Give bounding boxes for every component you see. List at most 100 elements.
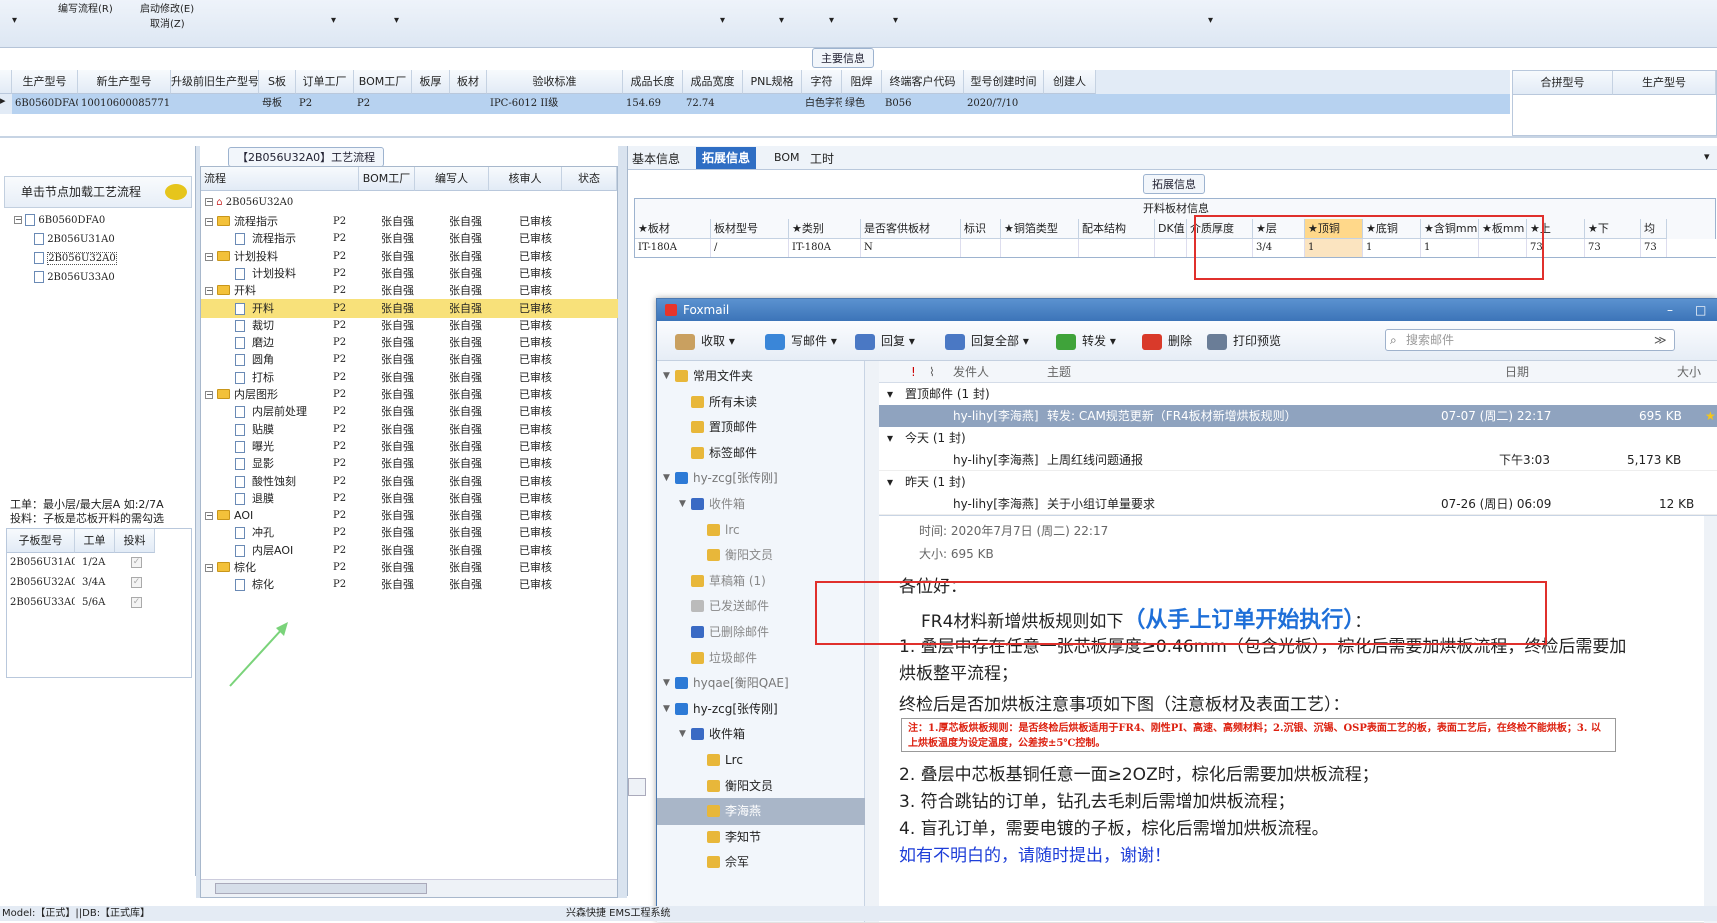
process-step-row[interactable]: 内层AOI P2 张自强 张自强 已审核 [201,541,619,560]
mail-row-selected[interactable]: hy-lihy[李海燕] 转发: CAM规范更新（FR4板材新增烘板规则） 07… [879,405,1717,427]
group-header[interactable]: ▾ 今天 (1 封) [879,427,1717,449]
cell[interactable]: 2B056U33A0 [7,593,75,613]
process-step-row[interactable]: 计划投料 P2 张自强 张自强 已审核 [201,264,619,283]
collapse-icon[interactable]: − [205,287,213,296]
expand-icon[interactable]: ▼ [663,670,670,697]
cell[interactable]: 3/4A [79,573,115,593]
folder-item[interactable]: 李知节 [657,824,865,851]
collapse-icon[interactable]: − [205,391,213,399]
tab-hours[interactable]: 工时 [810,150,834,167]
process-step-row[interactable]: 退膜 P2 张自强 张自强 已审核 [201,489,619,508]
folder-item[interactable]: 衡阳文员 [657,542,865,569]
dropdown-arrow-icon[interactable]: ▾ [394,15,399,26]
process-step-row[interactable]: 流程指示 P2 张自强 张自强 已审核 [201,229,619,248]
process-step-row[interactable]: − 开料 P2 张自强 张自强 已审核 [201,281,619,300]
process-step-row[interactable]: 裁切 P2 张自强 张自强 已审核 [201,316,619,335]
process-step-row[interactable]: 开料 P2 张自强 张自强 已审核 [201,298,619,318]
expand-icon[interactable]: ▼ [663,465,670,492]
dropdown-arrow-icon[interactable]: ▾ [893,15,898,26]
checkbox[interactable]: ✓ [131,597,142,608]
search-input[interactable]: ⌕ 搜索邮件 ≫ [1385,329,1675,351]
tree-node[interactable]: − 6B0560DFA0 [14,214,117,233]
folder-item[interactable]: Lrc [657,747,865,774]
cell[interactable]: 1/2A [79,553,115,573]
expand-icon[interactable]: ▼ [663,363,670,390]
cell[interactable] [961,239,1001,257]
process-step-row[interactable]: − 计划投料 P2 张自强 张自强 已审核 [201,247,619,266]
minimize-icon[interactable]: – [1667,299,1673,321]
tab-extended-info[interactable]: 拓展信息 [696,147,757,169]
folder-item[interactable]: 所有未读 [657,389,865,416]
process-step-row[interactable]: − 棕化 P2 张自强 张自强 已审核 [201,558,619,577]
scroll-left-button[interactable] [628,778,646,796]
reply-all-button[interactable]: 回复全部 ▾ [945,321,1029,361]
splitter[interactable] [618,146,627,898]
group-header[interactable]: ▾ 置顶邮件 (1 封) [879,383,1717,405]
mail-row[interactable]: hy-lihy[李海燕] 关于小组订单量要求 07-26 (周日) 06:09 … [879,493,1717,515]
collapse-icon[interactable]: − [205,252,213,261]
folder-item[interactable]: ▼ hy-zcg[张传刚] [657,696,865,723]
process-step-row[interactable]: 内层前处理 P2 张自强 张自强 已审核 [201,402,619,421]
main-info-row[interactable]: ▸ 6B0560DFA0 10010600085771 母板 P2 P2 IPC-6012 … [0,94,1510,114]
collapse-icon[interactable]: − [205,564,213,572]
tree-node[interactable]: 2B056U33A0 [14,271,117,290]
dropdown-arrow-icon[interactable]: ▾ [720,15,725,26]
process-step-row[interactable]: 贴膜 P2 张自强 张自强 已审核 [201,420,619,439]
dropdown-arrow-icon[interactable]: ▾ [829,15,834,26]
dropdown-arrow-icon[interactable]: ▾ [1208,15,1213,26]
process-step-row[interactable]: − 流程指示 P2 张自强 张自强 已审核 [201,212,619,231]
cell[interactable] [1155,239,1187,257]
cell[interactable]: 5/6A [79,593,115,613]
process-step-row[interactable]: 磨边 P2 张自强 张自强 已审核 [201,333,619,352]
mail-row[interactable]: hy-lihy[李海燕] 上周红线问题通报 下午3:03 5,173 KB [879,449,1717,471]
print-preview-button[interactable]: 打印预览 [1207,321,1281,361]
process-step-row[interactable]: 曝光 P2 张自强 张自强 已审核 [201,437,619,456]
process-step-row[interactable]: 棕化 P2 张自强 张自强 已审核 [201,575,619,594]
forward-button[interactable]: 转发 ▾ [1056,321,1116,361]
checkbox[interactable]: ✓ [131,557,142,568]
dropdown-arrow-icon[interactable]: ▾ [1704,150,1710,163]
compose-button[interactable]: 写邮件 ▾ [765,321,837,361]
process-step-row[interactable]: − AOI P2 张自强 张自强 已审核 [201,506,619,525]
tree-root[interactable]: − ⌂ 2B056U32A0 [205,193,293,212]
folder-item[interactable]: ▼ 常用文件夹 [657,363,865,390]
cell[interactable] [1001,239,1079,257]
folder-item[interactable]: ▼ hyqae[衡阳QAE] [657,670,865,697]
tab-basic-info[interactable]: 基本信息 [632,150,680,167]
folder-item[interactable]: lrc [657,517,865,544]
cell[interactable]: 73 [1641,239,1667,257]
cell[interactable]: IT-180A [635,239,711,257]
folder-item[interactable]: 衡阳文员 [657,773,865,800]
cell[interactable]: 73 [1585,239,1641,257]
group-header[interactable]: ▾ 昨天 (1 封) [879,471,1717,493]
expand-icon[interactable]: ▼ [679,721,686,748]
expand-icon[interactable]: ▼ [663,696,670,723]
folder-item[interactable]: 标签邮件 [657,440,865,467]
folder-item[interactable]: ▼ 收件箱 [657,721,865,748]
folder-item[interactable]: ▼ hy-zcg[张传刚] [657,465,865,492]
start-modify-menu[interactable]: 启动修改(E) [140,0,194,15]
reply-button[interactable]: 回复 ▾ [855,321,915,361]
collapse-icon[interactable]: − [205,512,213,521]
tab-bom[interactable]: BOM [774,151,800,164]
cell[interactable]: 2B056U31A0 [7,553,75,573]
folder-item[interactable]: 垃圾邮件 [657,645,865,672]
process-step-row[interactable]: 冲孔 P2 张自强 张自强 已审核 [201,523,619,542]
folder-item[interactable]: 置顶邮件 [657,414,865,441]
folder-item[interactable]: 李海燕 [657,798,865,826]
tree-node[interactable]: 2B056U31A0 [14,233,117,252]
delete-button[interactable]: 删除 [1142,321,1192,361]
cancel-menu[interactable]: 取消(Z) [150,15,185,30]
collapse-icon[interactable]: − [205,218,213,226]
horizontal-scrollbar[interactable] [201,879,617,897]
scroll-thumb[interactable] [215,883,427,894]
cell[interactable]: / [711,239,789,257]
process-step-row[interactable]: − 内层图形 P2 张自强 张自强 已审核 [201,385,619,404]
cell[interactable]: IT-180A [789,239,861,257]
write-flow-menu[interactable]: 编写流程(R) [58,0,113,15]
body-scrollbar[interactable] [1704,516,1717,923]
process-step-row[interactable]: 圆角 P2 张自强 张自强 已审核 [201,350,619,369]
process-step-row[interactable]: 显影 P2 张自强 张自强 已审核 [201,454,619,473]
folder-item[interactable]: ▼ 收件箱 [657,491,865,518]
dropdown-arrow-icon[interactable]: ▾ [12,15,17,26]
